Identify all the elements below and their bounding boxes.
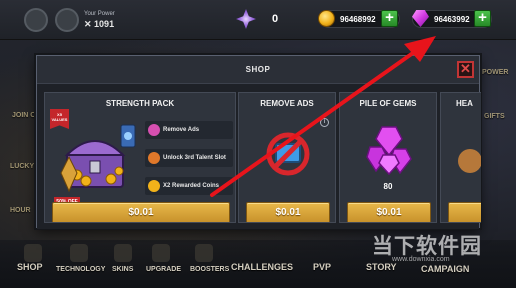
watermark-url: www.downxia.com	[392, 256, 450, 263]
